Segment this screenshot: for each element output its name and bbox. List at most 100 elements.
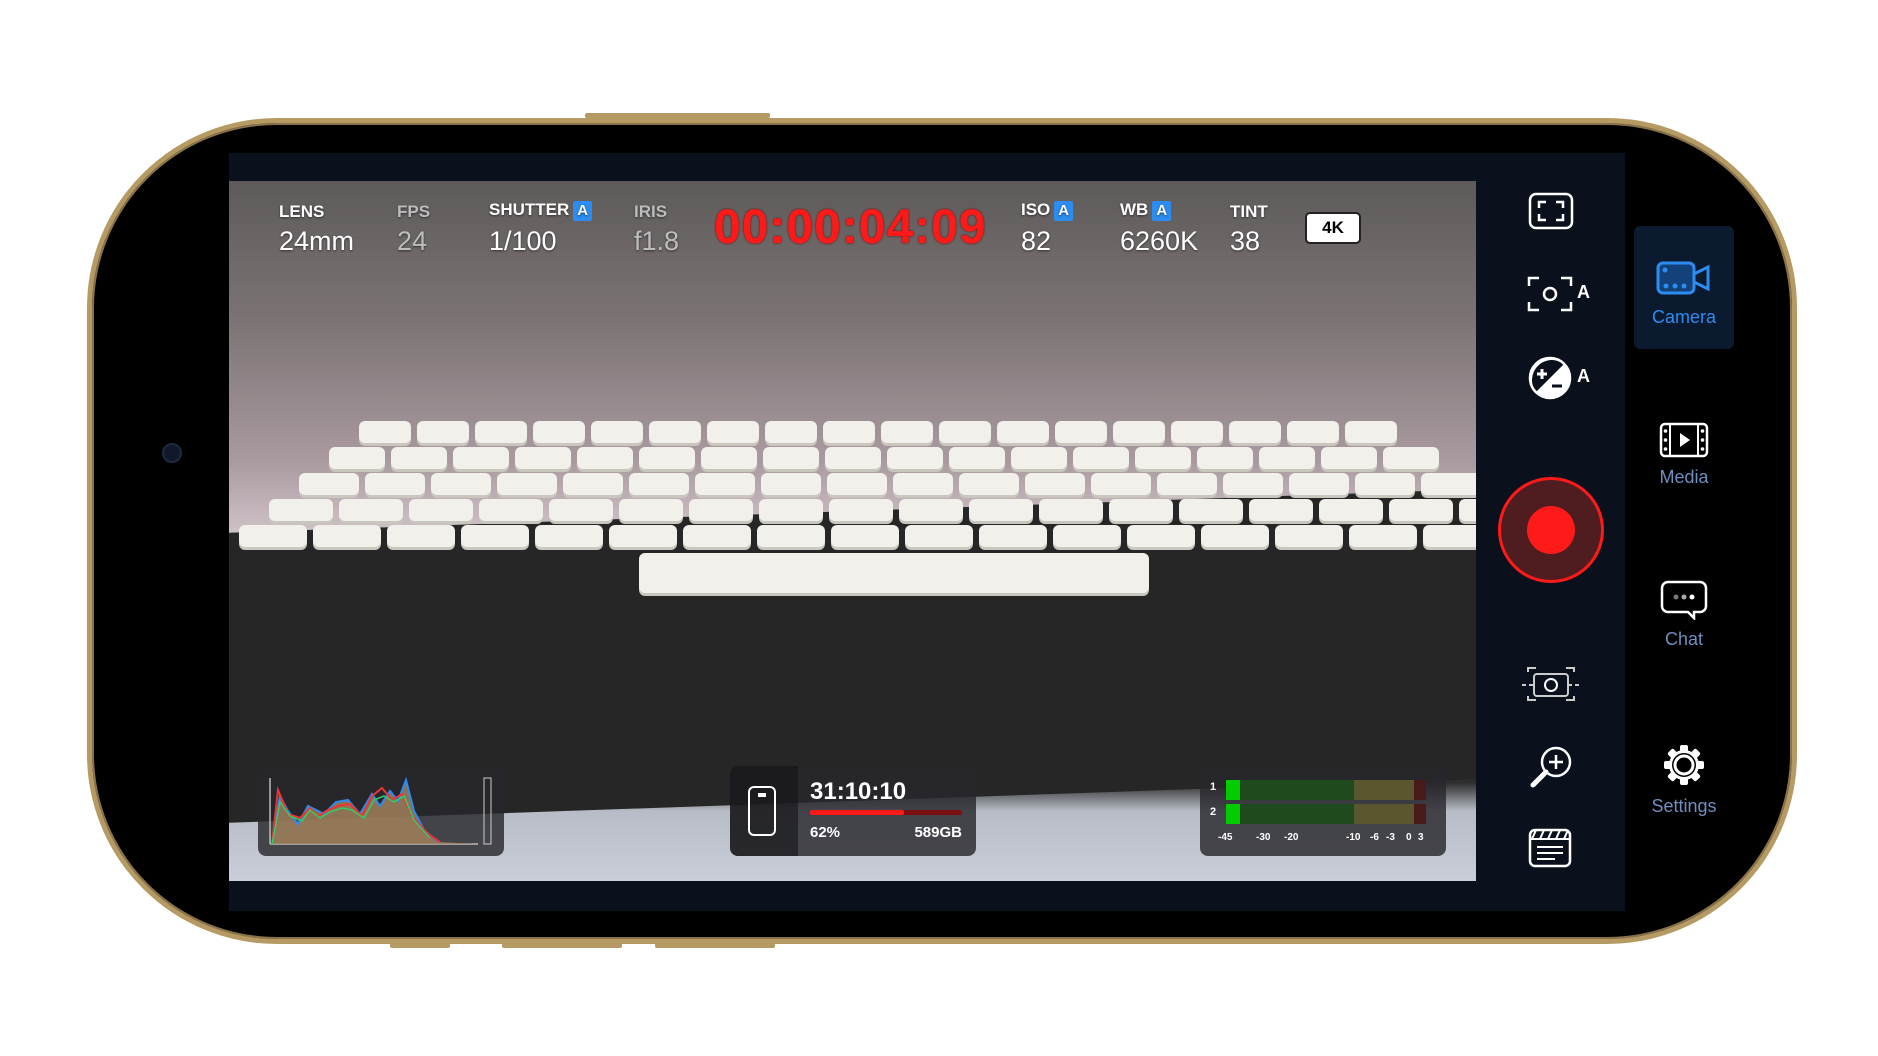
keyboard-key xyxy=(1157,473,1217,495)
nav-item-chat[interactable]: Chat xyxy=(1634,580,1734,650)
resolution-button[interactable]: 4K xyxy=(1305,212,1361,244)
keyboard-key xyxy=(825,447,881,469)
autofocus-icon[interactable] xyxy=(1526,274,1574,314)
keyboard-key xyxy=(831,525,899,547)
keyboard-key xyxy=(533,421,585,443)
keyboard-key xyxy=(1345,421,1397,443)
keyboard-key xyxy=(1389,499,1453,521)
keyboard-key xyxy=(759,499,823,521)
lens-value[interactable]: 24mm xyxy=(279,226,354,257)
keyboard-key xyxy=(1179,499,1243,521)
audio-scale-tick: -3 xyxy=(1386,832,1395,843)
keyboard-key xyxy=(339,499,403,521)
shutter-value[interactable]: 1/100 xyxy=(489,226,557,257)
nav-label-media: Media xyxy=(1659,467,1709,487)
autofocus-auto-label: A xyxy=(1577,282,1590,302)
keyboard-key xyxy=(453,447,509,469)
fps-label: FPS xyxy=(397,202,431,221)
keyboard-key xyxy=(409,499,473,521)
lens-label: LENS xyxy=(279,202,325,221)
fullscreen-icon[interactable] xyxy=(1528,192,1574,230)
keyboard-key xyxy=(619,499,683,521)
fps-value[interactable]: 24 xyxy=(397,226,427,257)
nav-label-chat: Chat xyxy=(1664,629,1704,649)
film-icon xyxy=(1659,422,1709,458)
auto-exposure-icon[interactable] xyxy=(1528,356,1572,400)
audio-meter-panel[interactable]: 1 2 -45 -30 -20 -10 -6 -3 0 3 xyxy=(1200,766,1446,856)
keyboard-key xyxy=(1197,447,1253,469)
nav-item-camera[interactable]: Camera xyxy=(1634,260,1734,328)
keyboard-key xyxy=(829,499,893,521)
keyboard-key xyxy=(959,473,1019,495)
front-camera xyxy=(162,443,182,463)
keyboard-key xyxy=(899,499,963,521)
chat-icon xyxy=(1660,580,1708,622)
keyboard-key xyxy=(893,473,953,495)
audio-scale-tick: -10 xyxy=(1346,832,1361,843)
iris-value[interactable]: f1.8 xyxy=(634,226,679,257)
storage-percent: 62% xyxy=(810,824,841,841)
keyboard-key xyxy=(905,525,973,547)
storage-free: 589GB xyxy=(914,824,962,841)
keyboard-key xyxy=(497,473,557,495)
keyboard-key xyxy=(299,473,359,495)
zoom-icon[interactable] xyxy=(1528,744,1574,790)
keyboard-key xyxy=(1383,447,1439,469)
iso-label-text: ISO xyxy=(1021,200,1051,219)
keyboard-key xyxy=(1349,525,1417,547)
phone-side-button xyxy=(390,943,450,948)
keyboard-key xyxy=(639,447,695,469)
gear-icon xyxy=(1664,745,1704,785)
keyboard-key xyxy=(1091,473,1151,495)
keyboard-key xyxy=(313,525,381,547)
tint-value[interactable]: 38 xyxy=(1230,226,1260,257)
keyboard-key xyxy=(649,421,701,443)
clapperboard-icon[interactable] xyxy=(1528,828,1572,868)
keyboard-key xyxy=(1135,447,1191,469)
keyboard-key xyxy=(1289,473,1349,495)
keyboard-key xyxy=(1223,473,1283,495)
wb-label-text: WB xyxy=(1120,200,1149,219)
keyboard-key xyxy=(1039,499,1103,521)
wb-value[interactable]: 6260K xyxy=(1120,226,1198,257)
channel-1-meter xyxy=(1226,780,1426,800)
keyboard-key xyxy=(1201,525,1269,547)
keyboard-key xyxy=(535,525,603,547)
nav-item-settings[interactable]: Settings xyxy=(1634,743,1734,817)
wb-auto-badge: A xyxy=(1152,201,1172,221)
wb-label: WB A xyxy=(1120,200,1172,221)
nav-item-media[interactable]: Media xyxy=(1634,422,1734,488)
keyboard-key xyxy=(629,473,689,495)
shutter-label: SHUTTER A xyxy=(489,200,593,221)
histogram-panel[interactable] xyxy=(258,766,504,856)
keyboard-key xyxy=(563,473,623,495)
keyboard-key xyxy=(431,473,491,495)
keyboard-key xyxy=(765,421,817,443)
phone-storage-icon xyxy=(748,786,776,836)
capture-still-icon[interactable] xyxy=(1522,664,1580,704)
keyboard-key xyxy=(823,421,875,443)
keyboard-key xyxy=(391,447,447,469)
keyboard-key xyxy=(417,421,469,443)
iso-value[interactable]: 82 xyxy=(1021,226,1051,257)
audio-scale: -45 -30 -20 -10 -6 -3 0 3 xyxy=(1218,832,1426,846)
keyboard-key xyxy=(1287,421,1339,443)
keyboard-key xyxy=(689,499,753,521)
histogram-chart xyxy=(269,776,492,845)
keyboard-key xyxy=(1127,525,1195,547)
storage-bar xyxy=(810,810,962,815)
keyboard-key xyxy=(763,447,819,469)
keyboard-key xyxy=(1011,447,1067,469)
keyboard-key xyxy=(683,525,751,547)
keyboard-key xyxy=(239,525,307,547)
record-button[interactable] xyxy=(1498,477,1604,583)
keyboard-key xyxy=(949,447,1005,469)
audio-scale-tick: 3 xyxy=(1418,832,1424,843)
keyboard-key xyxy=(461,525,529,547)
storage-panel[interactable]: 31:10:10 62% 589GB xyxy=(730,766,976,856)
keyboard-key xyxy=(1355,473,1415,495)
video-camera-icon xyxy=(1656,261,1710,295)
keyboard-key xyxy=(549,499,613,521)
keyboard-key xyxy=(1109,499,1173,521)
keyboard-key xyxy=(1053,525,1121,547)
